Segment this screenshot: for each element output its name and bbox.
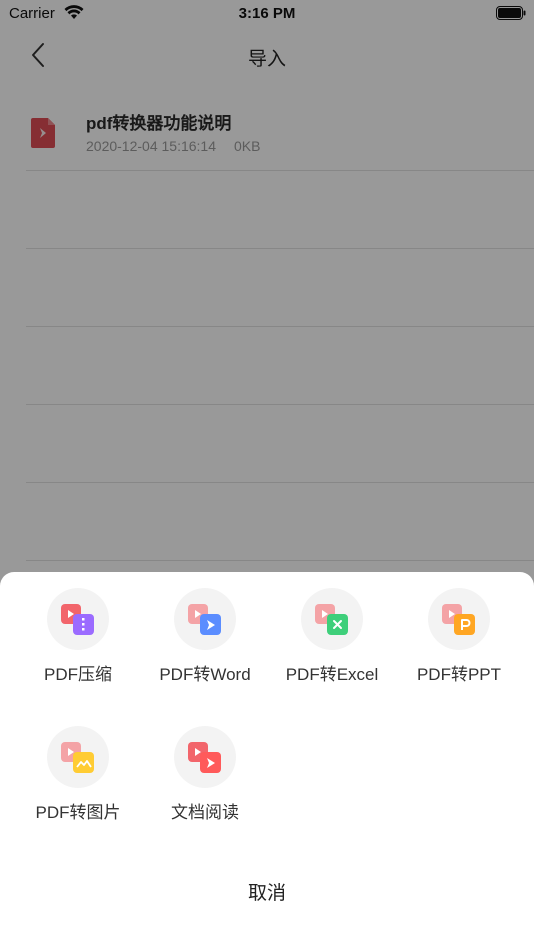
tool-label: PDF转PPT xyxy=(416,665,502,684)
action-sheet: PDF压缩 PDF转Word PDF转Excel PDF转PPT PDF转图片 … xyxy=(0,572,534,950)
tool-pdf-to-image[interactable]: PDF转图片 xyxy=(11,726,145,823)
tool-pdf-compress[interactable]: PDF压缩 xyxy=(11,588,145,685)
tool-pdf-to-ppt[interactable]: PDF转PPT xyxy=(392,588,526,685)
cancel-button[interactable]: 取消 xyxy=(0,878,534,905)
tool-icon-circle xyxy=(174,588,236,650)
tool-icon-circle xyxy=(301,588,363,650)
document-read-icon xyxy=(188,742,221,773)
tool-document-read[interactable]: 文档阅读 xyxy=(138,726,272,823)
pdf-compress-icon xyxy=(61,604,94,635)
tool-pdf-to-word[interactable]: PDF转Word xyxy=(138,588,272,685)
pdf-to-word-icon xyxy=(188,604,221,635)
tool-icon-circle xyxy=(428,588,490,650)
tool-label: PDF转Word xyxy=(159,665,251,684)
tool-icon-circle xyxy=(47,726,109,788)
tool-pdf-to-excel[interactable]: PDF转Excel xyxy=(265,588,399,685)
tool-icon-circle xyxy=(47,588,109,650)
pdf-to-excel-icon xyxy=(315,604,348,635)
tool-label: PDF压缩 xyxy=(44,665,112,684)
tool-label: PDF转Excel xyxy=(285,665,379,684)
tool-icon-circle xyxy=(174,726,236,788)
pdf-to-image-icon xyxy=(61,742,94,773)
tool-label: PDF转图片 xyxy=(35,803,121,822)
pdf-to-ppt-icon xyxy=(442,604,475,635)
tool-label: 文档阅读 xyxy=(171,803,239,822)
